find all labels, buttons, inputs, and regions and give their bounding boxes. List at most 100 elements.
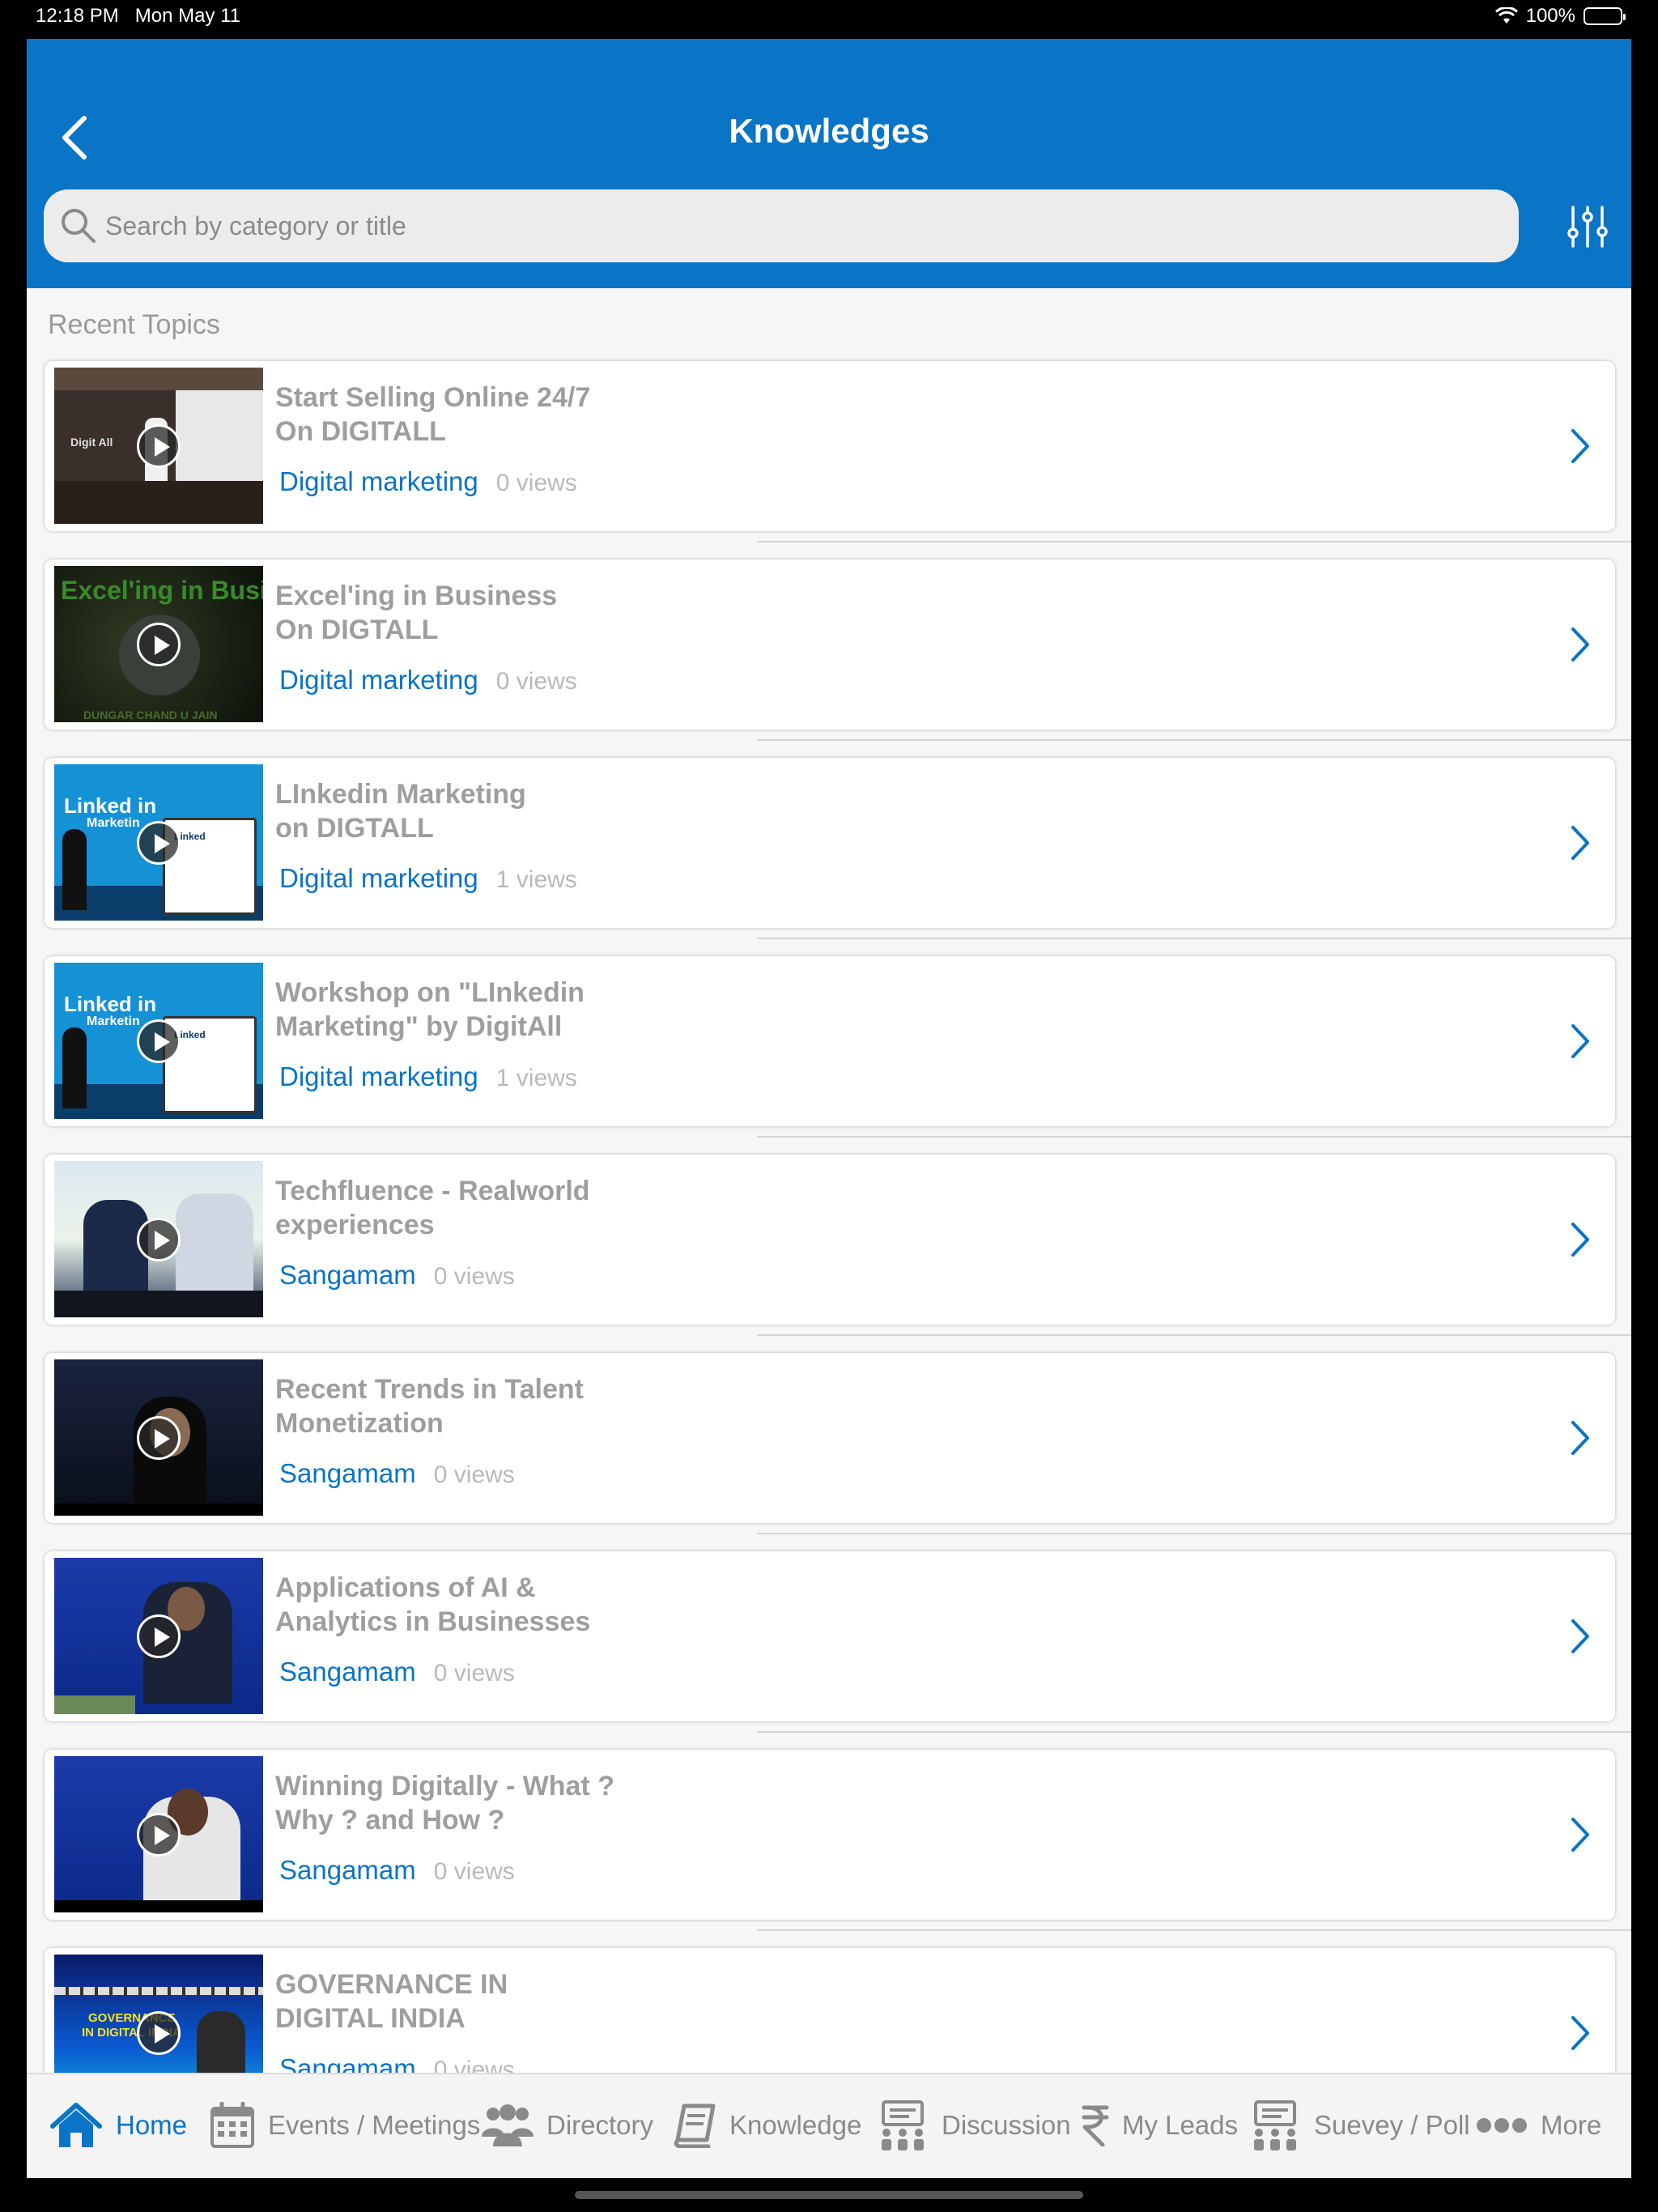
topic-views: 0 views [433,1660,515,1687]
tab-directory[interactable]: Directory [482,2097,653,2154]
topic-views: 1 views [495,1065,577,1091]
row-divider [757,938,1631,939]
chevron-right-icon[interactable] [1568,1021,1592,1061]
tab-label: More [1541,2110,1602,2140]
thumbnail-text: Linked in [64,793,157,818]
filter-button[interactable] [1565,204,1610,249]
tab-label: Home [116,2110,188,2140]
tab-home[interactable]: Home [49,2097,187,2154]
video-thumbnail[interactable]: Digit All [54,368,263,524]
topic-card[interactable]: Recent Trends in Talent Monetization Sang… [45,1353,1631,1534]
tab-label: Events / Meetings [268,2110,481,2140]
chevron-right-icon[interactable] [1568,1219,1592,1260]
topic-card[interactable]: Excel'ing in Busi DUNGAR CHAND U JAIN Ex… [45,559,1631,741]
topic-list: Digit All Start Selling Online 24/7 On DI… [45,361,1631,2146]
thumbnail-text: Digit All [70,436,113,449]
video-thumbnail[interactable] [54,1161,263,1317]
video-thumbnail[interactable]: Excel'ing in Busi DUNGAR CHAND U JAIN [54,566,263,722]
video-thumbnail[interactable]: Linked in Marketin Linked [54,764,263,921]
calendar-icon [210,2102,254,2148]
tab-survey-poll[interactable]: Suevey / Poll [1249,2097,1470,2154]
chevron-right-icon[interactable] [1568,2013,1592,2053]
chevron-right-icon[interactable] [1568,624,1592,665]
rupee-icon [1082,2105,1109,2146]
thumbnail-subtext: Marketin [87,816,140,830]
tab-events-meetings[interactable]: Events / Meetings [210,2097,480,2154]
topic-meta: Digital marketing 1 views [279,863,577,894]
topic-category: Sangamam [279,1855,416,1885]
home-icon [50,2103,102,2147]
app-window: Knowledges Recent Topics Di [27,39,1631,2178]
tab-more[interactable]: More [1476,2097,1601,2154]
status-bar: 12:18 PM Mon May 11 100% [0,0,1658,39]
chevron-right-icon[interactable] [1568,823,1592,863]
play-icon [137,2010,181,2055]
topic-title: Start Selling Online 24/7 On DIGITALL [275,382,591,447]
topic-views: 0 views [495,470,577,496]
book-icon [674,2104,716,2148]
search-icon [62,209,96,243]
home-indicator[interactable] [575,2191,1083,2199]
topic-category: Digital marketing [279,1061,478,1091]
topic-category: Digital marketing [279,863,478,893]
topic-title: Techfluence - Realworld experiences [275,1176,590,1240]
topic-meta: Sangamam 0 views [279,1855,515,1886]
search-input[interactable] [105,189,1482,262]
page-title: Knowledges [729,112,929,150]
play-icon [137,1812,181,1857]
header-bar: Knowledges [27,39,1631,288]
poll-icon [1254,2100,1296,2150]
chevron-right-icon[interactable] [1568,1616,1592,1657]
more-dots-icon [1477,2118,1527,2133]
topic-title: Workshop on "LInkedin Marketing" by Digit… [275,977,585,1042]
topic-title: Winning Digitally - What ? Why ? and How … [275,1771,614,1836]
topic-category: Digital marketing [279,466,478,496]
topic-meta: Digital marketing 0 views [279,665,577,696]
topic-category: Sangamam [279,1657,416,1687]
topic-category: Sangamam [279,1458,416,1488]
topic-views: 0 views [495,668,577,695]
battery-icon [1584,7,1626,25]
video-thumbnail[interactable] [54,1359,263,1516]
search-bar [44,189,1519,262]
tab-my-leads[interactable]: My Leads [1082,2097,1238,2154]
topic-card[interactable]: Techfluence - Realworld experiences Sanga… [45,1155,1631,1336]
row-divider [757,1533,1631,1534]
tab-label: Knowledge [729,2110,862,2140]
topic-card[interactable]: Winning Digitally - What ? Why ? and How … [45,1750,1631,1931]
tab-knowledge[interactable]: Knowledge [673,2097,861,2154]
video-thumbnail[interactable] [54,1558,263,1714]
wifi-icon [1494,7,1518,23]
row-divider [757,739,1631,741]
topic-category: Sangamam [279,1260,416,1290]
topic-meta: Sangamam 0 views [279,1458,515,1489]
row-divider [757,1731,1631,1733]
chevron-right-icon[interactable] [1568,426,1592,466]
people-icon [482,2104,534,2146]
topic-views: 0 views [433,1461,515,1488]
topic-title: LInkedin Marketing on DIGTALL [275,779,526,844]
play-icon [137,1614,181,1658]
video-thumbnail[interactable] [54,1756,263,1912]
topic-card[interactable]: Applications of AI & Analytics in Busines… [45,1551,1631,1733]
topic-card[interactable]: Linked in Marketin Linked LInkedin Marke… [45,758,1631,939]
battery-percent: 100% [1525,5,1575,27]
chevron-right-icon[interactable] [1568,1418,1592,1458]
thumbnail-text: Excel'ing in Busi [61,576,263,605]
tab-label: Discussion [942,2110,1071,2140]
bottom-tab-bar: Home Events / Meetings Directory Knowled… [27,2073,1631,2178]
topic-card[interactable]: Linked in Marketin Linked Workshop on "L… [45,956,1631,1138]
topic-meta: Sangamam 0 views [279,1657,515,1687]
topic-title: Recent Trends in Talent Monetization [275,1374,585,1439]
chevron-right-icon[interactable] [1568,1814,1592,1855]
play-icon [137,1415,181,1460]
video-thumbnail[interactable]: Linked in Marketin Linked [54,963,263,1119]
tab-discussion[interactable]: Discussion [877,2097,1071,2154]
thumbnail-text: Linked in [64,992,157,1016]
topic-title: Excel'ing in Business On DIGTALL [275,581,558,645]
status-right: 100% [1494,5,1626,28]
topic-views: 0 views [433,1858,515,1885]
tab-label: Suevey / Poll [1314,2110,1470,2140]
topic-card[interactable]: Digit All Start Selling Online 24/7 On DI… [45,361,1631,542]
play-icon [137,622,181,666]
